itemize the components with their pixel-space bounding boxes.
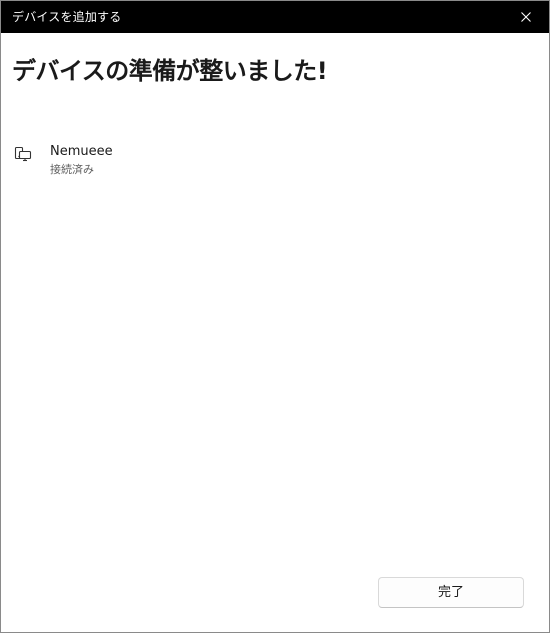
device-list-item: Nemueee 接続済み bbox=[1, 139, 549, 185]
done-button[interactable]: 完了 bbox=[378, 577, 524, 608]
add-device-dialog: デバイスを追加する デバイスの準備が整いました! Nemueee 接続済み 完了 bbox=[0, 0, 550, 633]
window-title: デバイスを追加する bbox=[12, 10, 122, 24]
title-bar: デバイスを追加する bbox=[1, 1, 549, 33]
device-name: Nemueee bbox=[50, 144, 113, 159]
device-status: 接続済み bbox=[50, 163, 94, 176]
devices-icon bbox=[14, 146, 32, 162]
close-icon bbox=[521, 12, 531, 22]
page-heading: デバイスの準備が整いました! bbox=[12, 57, 328, 85]
close-button[interactable] bbox=[503, 1, 549, 33]
